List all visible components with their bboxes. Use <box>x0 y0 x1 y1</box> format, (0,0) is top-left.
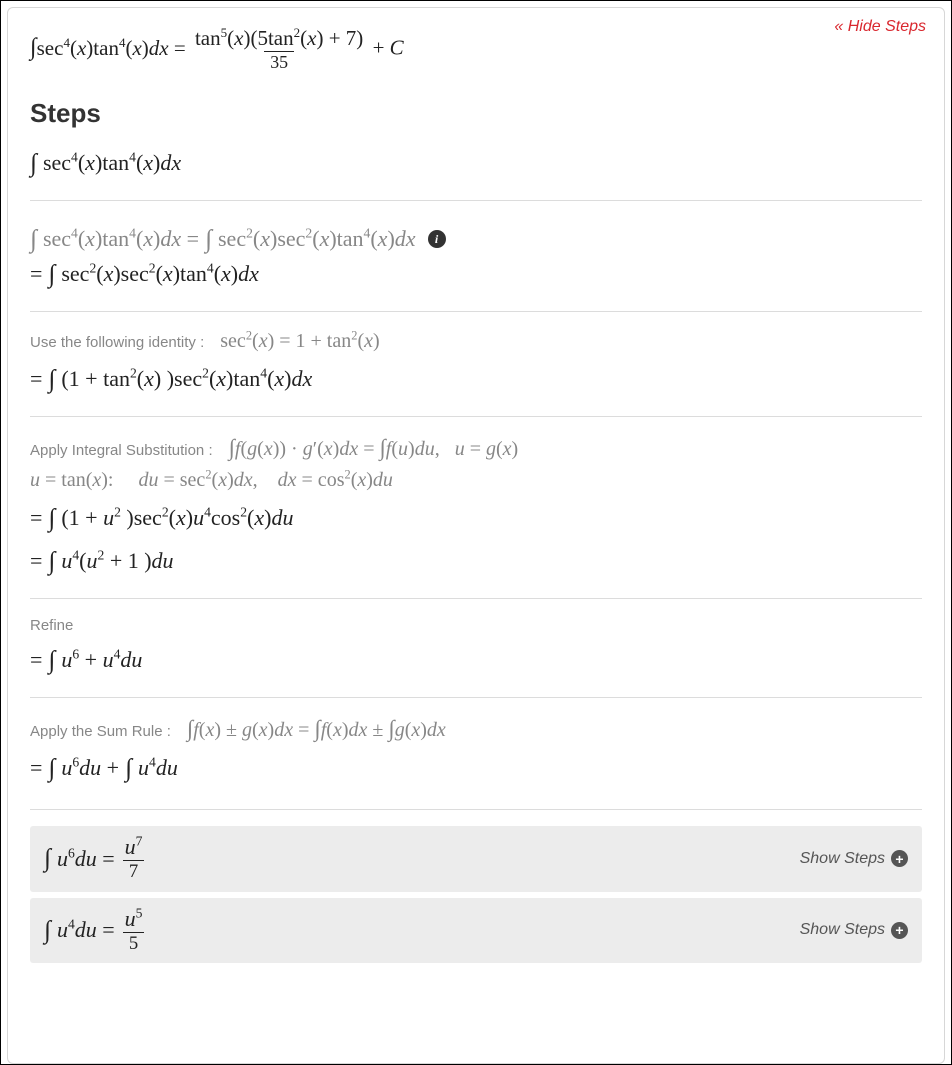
steps-heading: Steps <box>30 98 922 129</box>
step-3-hint2: u = tan(x): du = sec2(x)dx, dx = cos2(x)… <box>30 469 922 492</box>
info-icon[interactable]: i <box>428 230 446 248</box>
step-3-result1: = ∫(1 + u2 )sec2(x)u4cos2(x)du <box>30 504 922 533</box>
step-1-rewrite: ∫sec4(x)tan4(x)dx = ∫sec2(x)sec2(x)tan4(… <box>30 225 922 254</box>
subresult-2: ∫ u4du = u5 5 Show Steps + <box>30 898 922 964</box>
step-5: Apply the Sum Rule : ∫f(x) ± g(x)dx = ∫f… <box>30 697 922 805</box>
show-steps-link-1[interactable]: Show Steps + <box>800 850 908 868</box>
step-restate: ∫sec4(x)tan4(x)dx <box>30 139 922 200</box>
step-4-result: = ∫ u6 + u4du <box>30 646 922 675</box>
step-3-result2: = ∫ u4(u2 + 1 )du <box>30 547 922 576</box>
step-1: ∫sec4(x)tan4(x)dx = ∫sec2(x)sec2(x)tan4(… <box>30 200 922 311</box>
document-frame: « Hide Steps ∫sec4(x)tan4(x)dx = tan5(x)… <box>0 0 952 1065</box>
step-2-result: = ∫(1 + tan2(x) )sec2(x)tan4(x)dx <box>30 365 922 394</box>
step-5-hint: Apply the Sum Rule : ∫f(x) ± g(x)dx = ∫f… <box>30 716 922 742</box>
step-1-result: = ∫sec2(x)sec2(x)tan4(x)dx <box>30 260 922 289</box>
final-result: ∫sec4(x)tan4(x)dx = tan5(x)(5tan2(x) + 7… <box>30 16 922 90</box>
step-3: Apply Integral Substitution : ∫f(g(x)) ·… <box>30 416 922 598</box>
plus-icon: + <box>891 850 908 867</box>
step-4-hint: Refine <box>30 617 922 634</box>
step-5-result: = ∫ u6du + ∫ u4du <box>30 754 922 783</box>
solution-card: « Hide Steps ∫sec4(x)tan4(x)dx = tan5(x)… <box>7 7 945 1064</box>
step-2-hint: Use the following identity : sec2(x) = 1… <box>30 330 922 353</box>
step-2: Use the following identity : sec2(x) = 1… <box>30 311 922 416</box>
step-4: Refine = ∫ u6 + u4du <box>30 598 922 697</box>
subresult-1: ∫ u6du = u7 7 Show Steps + <box>30 826 922 892</box>
plus-icon: + <box>891 922 908 939</box>
hide-steps-link[interactable]: « Hide Steps <box>834 18 926 36</box>
show-steps-link-2[interactable]: Show Steps + <box>800 921 908 939</box>
step-3-hint: Apply Integral Substitution : ∫f(g(x)) ·… <box>30 435 922 461</box>
